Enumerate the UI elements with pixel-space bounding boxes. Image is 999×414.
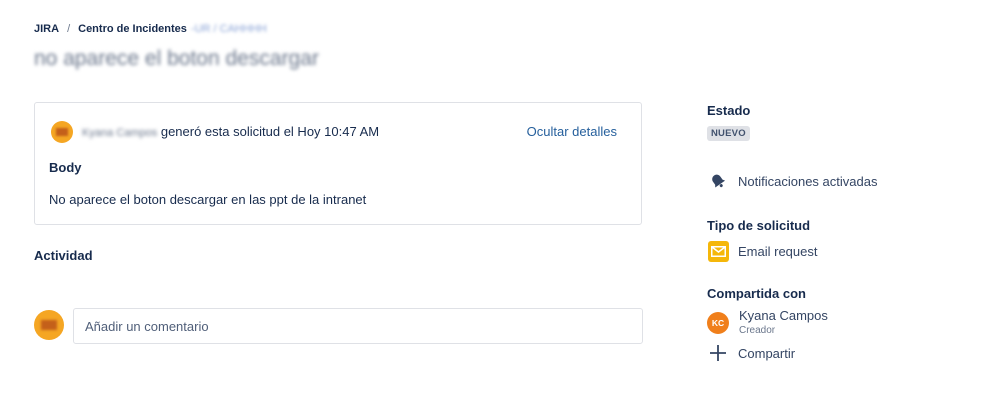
notifications-label: Notificaciones activadas bbox=[738, 173, 878, 189]
breadcrumb-project-link[interactable]: Centro de Incidentes bbox=[78, 23, 187, 35]
shared-person-avatar: KC bbox=[707, 312, 729, 334]
share-button[interactable]: Compartir bbox=[707, 342, 795, 364]
breadcrumb-jira-link[interactable]: JIRA bbox=[34, 23, 59, 35]
status-heading: Estado bbox=[707, 103, 751, 118]
request-card: Kyana Campos generó esta solicitud el Ho… bbox=[34, 102, 642, 225]
shared-person: KC Kyana Campos Creador bbox=[707, 308, 828, 338]
breadcrumb-separator: / bbox=[67, 23, 71, 35]
request-type: Email request bbox=[707, 240, 817, 262]
notifications-toggle[interactable]: Notificaciones activadas bbox=[707, 170, 877, 192]
page-title: no aparece el boton descargar bbox=[34, 47, 319, 70]
plus-icon bbox=[707, 342, 729, 364]
shared-person-name: Kyana Campos bbox=[739, 308, 828, 323]
request-created-text: generó esta solicitud el Hoy 10:47 AM bbox=[160, 124, 380, 139]
reporter-name: Kyana Campos bbox=[82, 127, 158, 139]
shared-heading: Compartida con bbox=[707, 286, 806, 301]
request-type-heading: Tipo de solicitud bbox=[707, 218, 811, 233]
share-label: Compartir bbox=[738, 345, 796, 361]
reporter-avatar bbox=[51, 121, 73, 143]
bell-icon bbox=[707, 170, 729, 192]
body-heading: Body bbox=[49, 160, 82, 175]
current-user-avatar bbox=[34, 310, 64, 340]
hide-details-link[interactable]: Ocultar detalles bbox=[527, 124, 617, 139]
breadcrumb-redacted-suffix: -UR / CAHHHH bbox=[190, 23, 267, 35]
shared-person-role: Creador bbox=[739, 325, 776, 336]
breadcrumb: JIRA / Centro de Incidentes -UR / CAHHHH bbox=[34, 23, 267, 35]
email-icon bbox=[707, 240, 729, 262]
request-meta: Kyana Campos generó esta solicitud el Ho… bbox=[82, 124, 379, 139]
comment-input[interactable] bbox=[73, 308, 643, 344]
activity-heading: Actividad bbox=[34, 248, 93, 263]
request-type-value: Email request bbox=[738, 243, 818, 259]
status-badge: NUEVO bbox=[707, 126, 750, 141]
body-text: No aparece el boton descargar en las ppt… bbox=[49, 192, 367, 207]
